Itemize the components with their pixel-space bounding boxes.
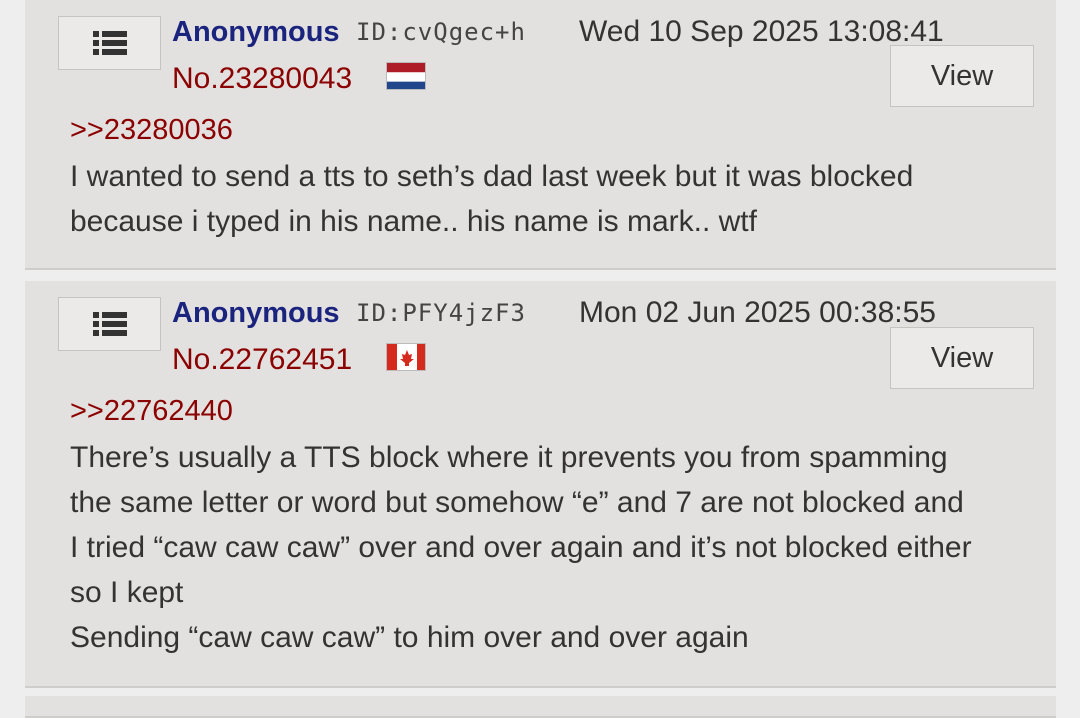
post-body-line: I tried “caw caw caw” over and over agai… bbox=[70, 531, 972, 564]
list-menu-icon bbox=[92, 312, 127, 336]
post bbox=[25, 696, 1056, 718]
view-button[interactable]: View bbox=[890, 45, 1034, 107]
post-body: I wanted to send a tts to seth’s dad las… bbox=[70, 154, 1046, 244]
post-menu-button[interactable] bbox=[58, 16, 161, 70]
poster-id[interactable]: ID:cvQgec+h bbox=[356, 16, 526, 48]
post-number[interactable]: No.22762451 bbox=[172, 343, 352, 377]
post-body: There’s usually a TTS block where it pre… bbox=[70, 435, 1046, 660]
poster-id[interactable]: ID:PFY4jzF3 bbox=[356, 297, 526, 329]
poster-name: Anonymous bbox=[172, 297, 340, 329]
post-number[interactable]: No.23280043 bbox=[172, 62, 352, 96]
post-body-line: the same letter or word but somehow “e” … bbox=[70, 486, 964, 519]
list-menu-icon bbox=[92, 31, 127, 55]
post-datetime: Mon 02 Jun 2025 00:38:55 bbox=[579, 296, 936, 329]
view-button[interactable]: View bbox=[890, 327, 1034, 389]
post: Anonymous ID:PFY4jzF3 Mon 02 Jun 2025 00… bbox=[25, 281, 1056, 688]
post-body-line: so I kept bbox=[70, 576, 184, 609]
poster-name: Anonymous bbox=[172, 16, 340, 48]
post: Anonymous ID:cvQgec+h Wed 10 Sep 2025 13… bbox=[25, 0, 1056, 270]
netherlands-flag-icon bbox=[386, 62, 426, 90]
post-menu-button[interactable] bbox=[58, 297, 161, 351]
quote-link[interactable]: >>22762440 bbox=[70, 394, 233, 428]
post-body-line: because i typed in his name.. his name i… bbox=[70, 205, 757, 238]
canada-flag-icon bbox=[386, 343, 426, 371]
post-body-line: Sending “caw caw caw” to him over and ov… bbox=[70, 621, 749, 654]
quote-link[interactable]: >>23280036 bbox=[70, 113, 233, 147]
post-body-line: There’s usually a TTS block where it pre… bbox=[70, 441, 948, 474]
post-body-line: I wanted to send a tts to seth’s dad las… bbox=[70, 160, 914, 193]
post-datetime: Wed 10 Sep 2025 13:08:41 bbox=[579, 15, 944, 48]
